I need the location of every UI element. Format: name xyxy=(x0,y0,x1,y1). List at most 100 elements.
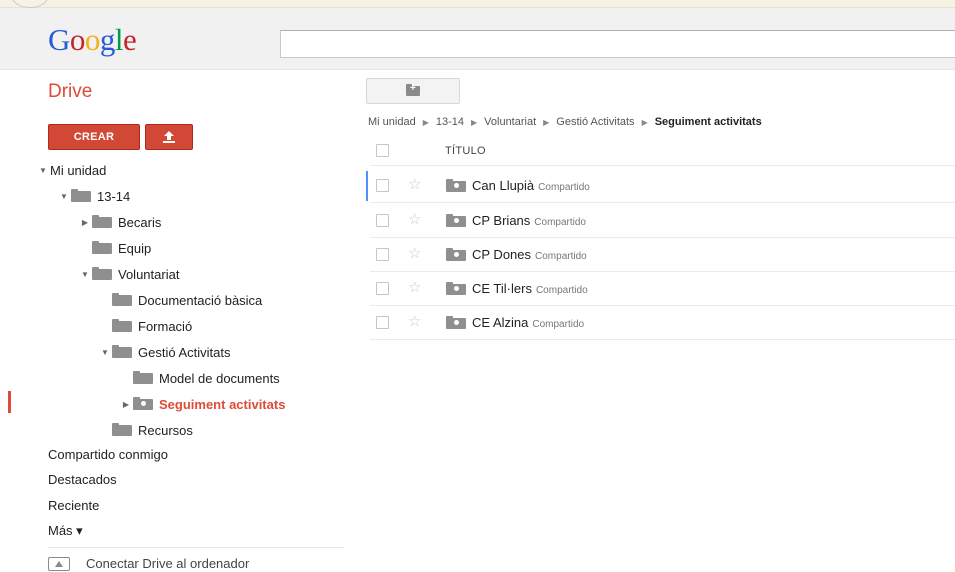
tree-item-becaris[interactable]: ▶ Becaris xyxy=(80,210,161,234)
tree-item-label: Seguiment activitats xyxy=(159,396,286,412)
list-item[interactable]: ☆ CE Til·lers Compartido xyxy=(370,272,955,306)
row-title[interactable]: CP Brians Compartido xyxy=(472,213,586,228)
tree-item-equip[interactable]: Equip xyxy=(80,236,151,260)
row-title[interactable]: Can Llupià Compartido xyxy=(472,178,590,193)
breadcrumb-current: Seguiment activitats xyxy=(654,116,762,128)
breadcrumb: Mi unidad ▶ 13-14 ▶ Voluntariat ▶ Gestió… xyxy=(368,116,762,128)
chevron-down-icon[interactable]: ▼ xyxy=(80,270,90,279)
tree-item-recursos[interactable]: Recursos xyxy=(100,418,193,442)
tree-item-voluntariat[interactable]: ▼ Voluntariat xyxy=(80,262,179,286)
shared-folder-icon xyxy=(446,214,466,227)
folder-icon xyxy=(112,422,132,436)
tree-item-label: Becaris xyxy=(118,214,162,230)
row-title[interactable]: CE Alzina Compartido xyxy=(472,315,584,330)
top-accent-strip xyxy=(0,0,955,8)
breadcrumb-separator-icon: ▶ xyxy=(543,117,550,127)
chevron-right-icon[interactable]: ▶ xyxy=(121,400,131,409)
star-icon[interactable]: ☆ xyxy=(408,177,421,193)
sidebar-divider xyxy=(48,547,344,548)
row-checkbox[interactable] xyxy=(376,316,389,329)
shared-badge: Compartido xyxy=(535,285,588,296)
star-icon[interactable]: ☆ xyxy=(408,246,421,262)
selected-indicator xyxy=(8,391,11,413)
folder-icon xyxy=(112,318,132,332)
tree-item-label: 13-14 xyxy=(97,188,131,204)
logo-letter: e xyxy=(123,22,137,57)
logo-letter: g xyxy=(99,22,116,57)
nav-recent[interactable]: Reciente xyxy=(48,498,99,513)
folder-plus-icon xyxy=(406,82,420,96)
row-name: Can Llupià xyxy=(472,178,535,193)
tree-item-model-de-documents[interactable]: Model de documents xyxy=(121,366,280,390)
folder-icon xyxy=(92,266,112,280)
chevron-right-icon[interactable]: ▶ xyxy=(80,218,90,227)
tree-item-formacio[interactable]: Formació xyxy=(100,314,192,338)
shared-badge: Compartido xyxy=(538,182,590,193)
folder-icon xyxy=(92,214,112,228)
tree-item-documentacio-basica[interactable]: Documentació bàsica xyxy=(100,288,262,312)
logo-letter: G xyxy=(48,22,70,57)
row-checkbox[interactable] xyxy=(376,282,389,295)
google-logo[interactable]: Google xyxy=(48,22,137,58)
breadcrumb-separator-icon: ▶ xyxy=(471,117,478,127)
drive-sync-icon xyxy=(48,556,70,571)
tree-item-label: Voluntariat xyxy=(118,266,180,282)
tree-item-label: Gestió Activitats xyxy=(138,344,231,360)
row-checkbox[interactable] xyxy=(376,214,389,227)
breadcrumb-item[interactable]: Mi unidad xyxy=(368,116,416,128)
top-bar: Google xyxy=(0,0,955,70)
shared-badge: Compartido xyxy=(534,217,586,228)
create-button[interactable]: CREAR xyxy=(48,124,140,150)
shared-folder-icon xyxy=(133,396,153,410)
folder-icon xyxy=(92,240,112,254)
list-item[interactable]: ☆ CP Dones Compartido xyxy=(370,238,955,272)
row-name: CE Alzina xyxy=(472,315,529,330)
chevron-down-icon[interactable]: ▼ xyxy=(38,166,48,175)
select-all-checkbox[interactable] xyxy=(376,144,389,157)
tree-item-seguiment-activitats[interactable]: ▶ Seguiment activitats xyxy=(121,392,285,416)
nav-more[interactable]: Más ▾ xyxy=(48,523,83,539)
chevron-down-icon[interactable]: ▼ xyxy=(59,192,69,201)
star-icon[interactable]: ☆ xyxy=(408,212,421,228)
folder-icon xyxy=(112,344,132,358)
tree-item-13-14[interactable]: ▼ 13-14 xyxy=(59,184,130,208)
shared-folder-icon xyxy=(446,282,466,295)
shared-badge: Compartido xyxy=(532,319,585,330)
chevron-down-icon[interactable]: ▼ xyxy=(100,348,110,357)
search-input[interactable] xyxy=(280,30,955,58)
row-checkbox[interactable] xyxy=(376,248,389,261)
row-checkbox[interactable] xyxy=(376,179,389,192)
star-icon[interactable]: ☆ xyxy=(408,314,421,330)
folder-icon xyxy=(112,292,132,306)
new-folder-button[interactable] xyxy=(366,78,460,104)
logo-letter: o xyxy=(84,22,101,57)
shared-badge: Compartido xyxy=(535,251,587,262)
folder-icon xyxy=(133,370,153,384)
tree-item-label: Formació xyxy=(138,318,193,334)
tree-item-label: Documentació bàsica xyxy=(138,292,263,308)
breadcrumb-item[interactable]: Gestió Activitats xyxy=(556,116,634,128)
connect-drive-link[interactable]: Conectar Drive al ordenador xyxy=(48,556,249,571)
row-title[interactable]: CP Dones Compartido xyxy=(472,247,587,262)
list-item[interactable]: ☆ CP Brians Compartido xyxy=(370,204,955,238)
breadcrumb-item[interactable]: 13-14 xyxy=(436,116,464,128)
row-title[interactable]: CE Til·lers Compartido xyxy=(472,281,588,296)
logo-letter: l xyxy=(114,22,124,57)
list-item[interactable]: ☆ Can Llupià Compartido xyxy=(366,169,955,203)
nav-starred[interactable]: Destacados xyxy=(48,472,117,487)
shared-folder-icon xyxy=(446,179,466,192)
list-item[interactable]: ☆ CE Alzina Compartido xyxy=(370,306,955,340)
star-icon[interactable]: ☆ xyxy=(408,280,421,296)
tree-item-label: Model de documents xyxy=(159,370,280,386)
tree-item-mi-unidad[interactable]: ▼ Mi unidad xyxy=(38,158,106,182)
upload-button[interactable] xyxy=(145,124,193,150)
logo-letter: o xyxy=(69,22,86,57)
breadcrumb-item[interactable]: Voluntariat xyxy=(484,116,536,128)
tree-item-gestio-activitats[interactable]: ▼ Gestió Activitats xyxy=(100,340,230,364)
breadcrumb-separator-icon: ▶ xyxy=(422,117,429,127)
list-header: TÍTULO xyxy=(370,134,955,166)
nav-shared-with-me[interactable]: Compartido conmigo xyxy=(48,447,168,462)
title-column-header[interactable]: TÍTULO xyxy=(445,145,486,157)
row-name: CE Til·lers xyxy=(472,281,532,296)
tree-item-label: Equip xyxy=(118,240,152,256)
